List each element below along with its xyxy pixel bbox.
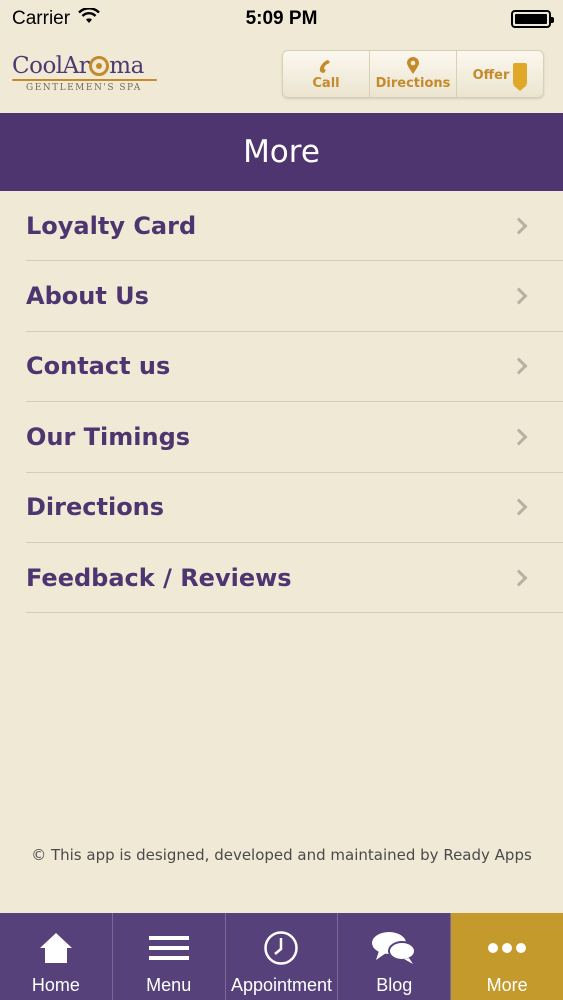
credits-note: © This app is designed, developed and ma… xyxy=(31,846,532,864)
wifi-icon xyxy=(78,6,100,30)
home-icon xyxy=(38,929,74,967)
chat-bubbles-icon xyxy=(371,929,417,967)
menu-item-label: Our Timings xyxy=(26,422,191,451)
menu-item-contact-us[interactable]: Contact us xyxy=(26,332,563,403)
page-title: More xyxy=(243,134,320,170)
tab-home[interactable]: Home xyxy=(0,913,113,1000)
offer-label: Offer xyxy=(472,67,510,83)
call-label: Call xyxy=(312,75,340,91)
menu-item-feedback-reviews[interactable]: Feedback / Reviews xyxy=(26,543,563,614)
tab-menu[interactable]: Menu xyxy=(113,913,226,1000)
quick-actions: Call Directions Offer xyxy=(282,50,544,98)
clock-icon xyxy=(263,929,299,967)
offer-button[interactable]: Offer xyxy=(457,51,543,97)
battery-icon xyxy=(511,9,554,28)
tab-label: Menu xyxy=(146,975,192,995)
phone-icon xyxy=(317,58,335,74)
tab-label: Appointment xyxy=(230,975,333,995)
menu-item-label: Feedback / Reviews xyxy=(26,563,292,592)
menu-item-label: Contact us xyxy=(26,352,171,381)
tab-more[interactable]: More xyxy=(451,913,563,1000)
chevron-right-icon xyxy=(510,357,528,375)
logo-mark: CoolAr ma xyxy=(12,53,144,79)
menu-item-label: Loyalty Card xyxy=(26,211,197,240)
tab-label: More xyxy=(486,975,528,995)
menu-item-about-us[interactable]: About Us xyxy=(26,261,563,332)
menu-item-our-timings[interactable]: Our Timings xyxy=(26,402,563,473)
carrier-label: Carrier xyxy=(12,7,71,29)
status-bar: Carrier 5:09 PM xyxy=(0,0,563,37)
tab-blog[interactable]: Blog xyxy=(338,913,452,1000)
directions-label: Directions xyxy=(375,75,451,91)
menu-item-directions[interactable]: Directions xyxy=(26,473,563,543)
tab-appointment[interactable]: Appointment xyxy=(226,913,339,1000)
tab-label: Home xyxy=(31,975,80,995)
directions-button[interactable]: Directions xyxy=(370,51,457,97)
chevron-right-icon xyxy=(510,217,528,235)
page-title-bar: More xyxy=(0,113,563,191)
menu-item-label: Directions xyxy=(26,493,165,522)
logo: CoolAr ma GENTLEMEN'S SPA xyxy=(12,51,157,101)
menu-icon xyxy=(148,929,189,967)
more-menu-list: Loyalty Card About Us Contact us Our Tim… xyxy=(0,191,563,614)
menu-item-loyalty-card[interactable]: Loyalty Card xyxy=(26,191,563,262)
bottom-tab-bar: Home Menu Appointment Blog More xyxy=(0,913,563,1000)
call-button[interactable]: Call xyxy=(283,51,370,97)
tab-label: Blog xyxy=(376,975,413,995)
more-dots-icon xyxy=(487,929,527,967)
menu-item-label: About Us xyxy=(26,282,149,311)
chevron-right-icon xyxy=(510,498,528,516)
chevron-right-icon xyxy=(510,428,528,446)
chevron-right-icon xyxy=(510,569,528,587)
chevron-right-icon xyxy=(510,287,528,305)
app-header: CoolAr ma GENTLEMEN'S SPA Call Directions xyxy=(0,37,563,113)
map-pin-icon xyxy=(406,56,420,74)
tag-icon xyxy=(513,63,528,91)
logo-subtitle: GENTLEMEN'S SPA xyxy=(26,83,142,93)
status-left: Carrier xyxy=(12,6,100,30)
